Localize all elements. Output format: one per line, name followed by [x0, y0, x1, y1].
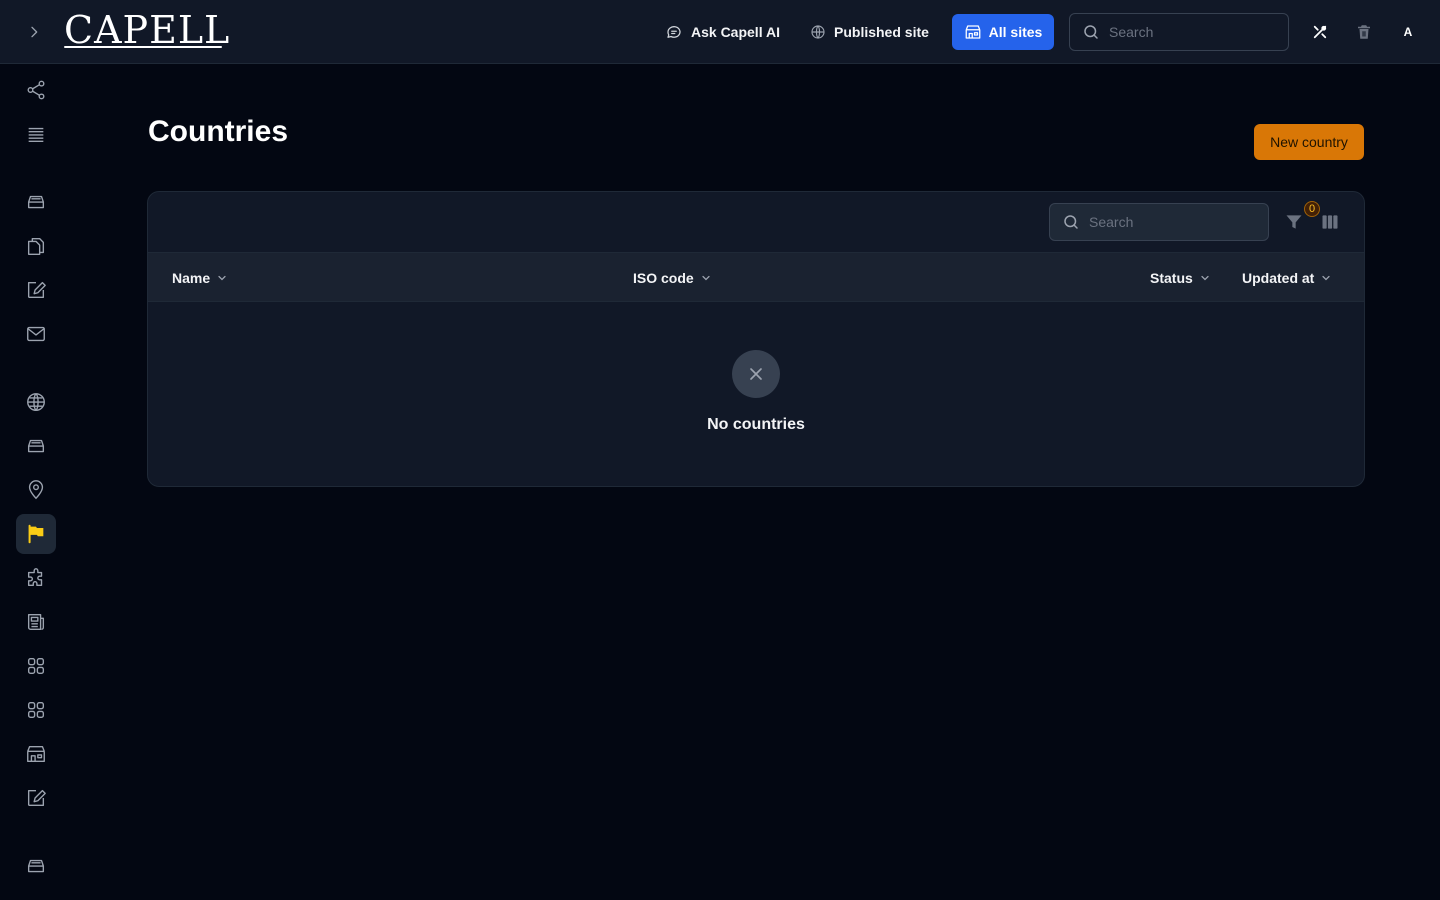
flag-icon [28, 524, 44, 544]
table-search-input[interactable] [1089, 214, 1249, 230]
top-bar: CAPELL Ask Capell AI Published site All … [0, 0, 1440, 64]
sidebar-item-extensions[interactable] [16, 558, 56, 598]
chevron-right-icon [31, 26, 38, 38]
sidebar-item-list[interactable] [16, 114, 56, 154]
tools-button[interactable] [1308, 20, 1332, 44]
all-sites-label: All sites [988, 24, 1043, 40]
chevron-down-icon [1201, 275, 1209, 280]
sidebar-item-stack-3[interactable] [16, 846, 56, 886]
table-toolbar: 0 [148, 192, 1364, 253]
countries-table: 0 Name ISO code Status Updated at No cou… [147, 191, 1365, 487]
column-label: Updated at [1242, 269, 1315, 286]
newspaper-icon [27, 613, 45, 631]
filter-count-badge: 0 [1304, 201, 1320, 217]
empty-state-icon [732, 350, 780, 398]
store-icon [965, 25, 981, 39]
column-header-name[interactable]: Name [172, 253, 228, 302]
logo-underline [64, 46, 222, 48]
grid-icon [27, 657, 45, 675]
mail-icon [27, 326, 45, 342]
all-sites-button[interactable]: All sites [952, 14, 1054, 50]
new-country-button[interactable]: New country [1254, 124, 1364, 160]
edit-square-icon [27, 281, 46, 299]
inbox-stack-icon [27, 439, 45, 453]
funnel-icon [1286, 215, 1302, 229]
sidebar-item-share[interactable] [16, 70, 56, 110]
sidebar-item-grid-2[interactable] [16, 690, 56, 730]
share-icon [27, 80, 45, 100]
globe-icon [27, 393, 45, 411]
sidebar [0, 65, 72, 900]
list-icon [28, 127, 44, 143]
published-site-link[interactable]: Published site [810, 18, 929, 46]
global-search[interactable] [1069, 13, 1289, 51]
sidebar-item-countries[interactable] [16, 514, 56, 554]
column-label: Status [1150, 269, 1193, 286]
view-columns-icon [1322, 215, 1338, 229]
column-header-status[interactable]: Status [1150, 253, 1211, 302]
trash-icon [1358, 25, 1370, 39]
search-icon [1084, 25, 1098, 39]
sidebar-item-edit[interactable] [16, 270, 56, 310]
chevron-down-icon [702, 275, 710, 280]
puzzle-icon [27, 568, 43, 587]
chevron-down-icon [1322, 275, 1330, 280]
expand-sidebar-button[interactable] [20, 18, 48, 46]
table-search[interactable] [1049, 203, 1269, 241]
edit-square-icon [27, 789, 46, 807]
inbox-stack-icon [27, 859, 45, 873]
sidebar-item-mail[interactable] [16, 314, 56, 354]
sidebar-item-edit-2[interactable] [16, 778, 56, 818]
documents-icon [27, 237, 45, 255]
avatar[interactable]: A [1396, 20, 1420, 44]
sidebar-item-globe[interactable] [16, 382, 56, 422]
global-search-input[interactable] [1109, 24, 1269, 40]
ask-ai-label: Ask Capell AI [691, 24, 780, 40]
published-site-label: Published site [834, 24, 929, 40]
ask-ai-button[interactable]: Ask Capell AI [665, 18, 780, 46]
inbox-stack-icon [27, 195, 45, 209]
sidebar-item-stack-1[interactable] [16, 182, 56, 222]
sidebar-item-documents[interactable] [16, 226, 56, 266]
sidebar-item-stack-2[interactable] [16, 426, 56, 466]
search-icon [1064, 215, 1078, 229]
empty-state-message: No countries [707, 416, 805, 433]
column-label: Name [172, 269, 211, 286]
wrench-screwdriver-icon [1313, 25, 1327, 39]
sidebar-item-news[interactable] [16, 602, 56, 642]
column-header-updated-at[interactable]: Updated at [1242, 253, 1332, 302]
sidebar-item-grid-1[interactable] [16, 646, 56, 686]
x-mark-icon [750, 368, 762, 380]
grid-icon [27, 701, 45, 719]
store-icon [27, 745, 45, 763]
chevron-down-icon [218, 275, 226, 280]
map-pin-icon [28, 480, 44, 500]
trash-button[interactable] [1352, 20, 1376, 44]
globe-icon [811, 25, 825, 39]
sidebar-item-location[interactable] [16, 470, 56, 510]
page-title: Countries [148, 115, 289, 148]
columns-toggle-button[interactable] [1320, 212, 1340, 232]
chat-bubble-icon [667, 26, 681, 38]
column-label: ISO code [633, 269, 694, 286]
table-header: Name ISO code Status Updated at [148, 253, 1364, 302]
filter-button[interactable] [1284, 212, 1304, 232]
sidebar-item-store[interactable] [16, 734, 56, 774]
column-header-iso-code[interactable]: ISO code [633, 253, 712, 302]
